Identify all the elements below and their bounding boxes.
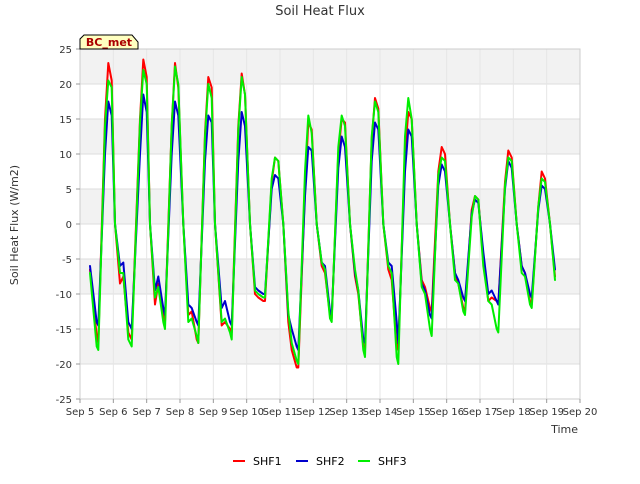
y-tick-label: -5 (62, 255, 72, 266)
x-tick-label: Sep 20 (563, 407, 598, 418)
y-tick-label: 0 (66, 220, 72, 231)
y-tick-label: 15 (59, 115, 72, 126)
legend-label-shf1: SHF1 (253, 455, 282, 468)
x-tick-label: Sep 9 (199, 407, 227, 418)
y-tick-label: 10 (59, 150, 72, 161)
plot-band (80, 84, 580, 119)
plot-band (80, 364, 580, 399)
y-tick-label: 5 (66, 185, 72, 196)
x-tick-label: Sep 19 (529, 407, 564, 418)
x-tick-label: Sep 18 (496, 407, 531, 418)
x-tick-label: Sep 7 (132, 407, 160, 418)
y-tick-label: -15 (56, 325, 72, 336)
x-tick-label: Sep 8 (166, 407, 194, 418)
x-tick-label: Sep 12 (296, 407, 331, 418)
plot-band (80, 329, 580, 364)
legend: SHF1 SHF2 SHF3 (233, 455, 407, 468)
plot-band (80, 224, 580, 259)
x-tick-label: Sep 5 (66, 407, 94, 418)
y-tick-label: -10 (56, 290, 72, 301)
y-axis-label: Soil Heat Flux (W/m2) (8, 165, 21, 285)
x-tick-label: Sep 17 (463, 407, 498, 418)
x-tick-label: Sep 10 (229, 407, 264, 418)
x-axis-label: Time (550, 423, 578, 436)
chart-title: Soil Heat Flux (275, 4, 365, 19)
plot-band (80, 49, 580, 84)
y-tick-label: -25 (56, 395, 72, 406)
x-tick-label: Sep 13 (329, 407, 364, 418)
y-tick-label: 20 (59, 80, 72, 91)
y-tick-label: -20 (56, 360, 72, 371)
x-tick-label: Sep 14 (363, 407, 398, 418)
x-tick-label: Sep 16 (429, 407, 464, 418)
legend-label-shf2: SHF2 (316, 455, 345, 468)
x-tick-label: Sep 15 (396, 407, 431, 418)
site-label-box: BC_met (79, 34, 139, 50)
site-label: BC_met (86, 36, 132, 49)
y-tick-label: 25 (59, 45, 72, 56)
legend-label-shf3: SHF3 (378, 455, 407, 468)
plot-band (80, 119, 580, 154)
x-tick-label: Sep 11 (263, 407, 298, 418)
chart-container: -25 -20 -15 -10 -5 0 5 10 15 20 25 Sep 5 Sep 6 Sep 7… (0, 0, 640, 480)
soil-heat-flux-chart: -25 -20 -15 -10 -5 0 5 10 15 20 25 Sep 5 Sep 6 Sep 7… (0, 0, 640, 480)
x-tick-label: Sep 6 (99, 407, 127, 418)
